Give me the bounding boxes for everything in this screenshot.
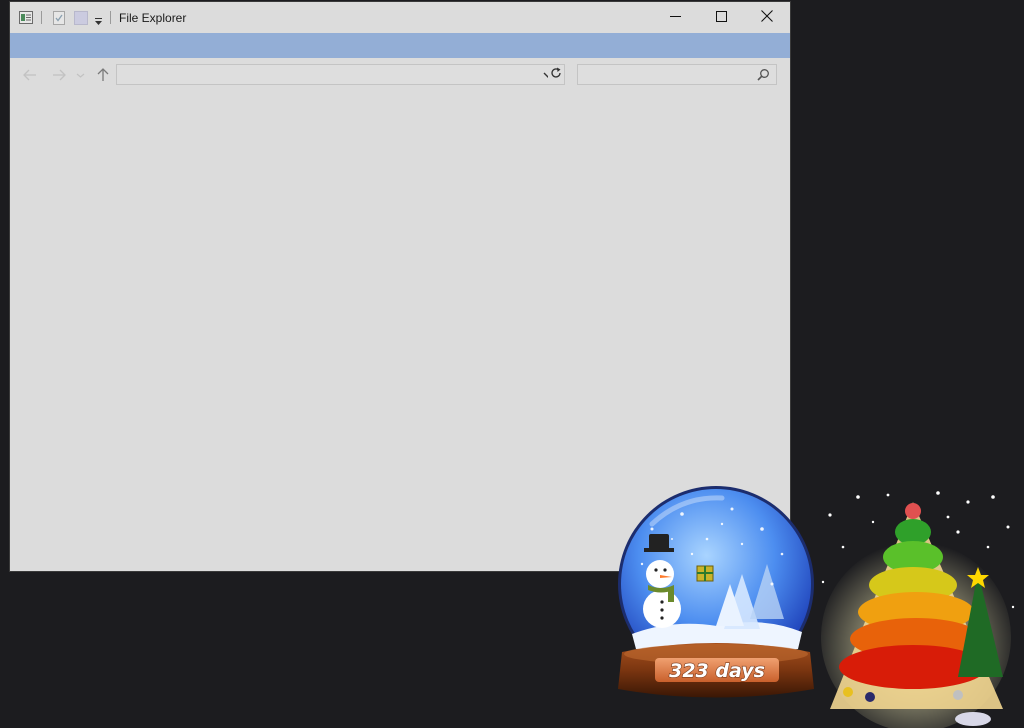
refresh-icon — [550, 66, 562, 84]
minimize-icon — [669, 9, 681, 27]
desktop: File Explorer 323 days — [0, 0, 1024, 728]
minimize-button[interactable] — [652, 2, 698, 33]
close-button[interactable] — [744, 2, 790, 33]
snow-globe-countdown-gadget[interactable]: 323 days — [612, 484, 822, 706]
up-arrow-icon[interactable] — [95, 67, 111, 83]
navigation-bar — [10, 58, 790, 92]
checklist-icon[interactable] — [52, 11, 66, 25]
address-bar[interactable] — [116, 64, 558, 85]
customize-quick-access-icon[interactable] — [94, 13, 103, 26]
close-icon — [761, 9, 773, 27]
toolbar-separator — [41, 11, 42, 24]
forward-arrow-icon[interactable] — [51, 67, 67, 83]
search-box[interactable] — [577, 64, 777, 85]
christmas-tree-gadget[interactable] — [818, 487, 1024, 728]
window-title: File Explorer — [119, 11, 187, 25]
maximize-button[interactable] — [698, 2, 744, 33]
properties-icon[interactable] — [19, 11, 33, 24]
recent-locations-icon[interactable] — [76, 67, 85, 83]
toolbar-separator — [110, 11, 111, 24]
countdown-days-label: 323 days — [669, 660, 765, 682]
refresh-button[interactable] — [548, 64, 565, 85]
search-icon[interactable] — [757, 68, 770, 81]
back-arrow-icon[interactable] — [22, 67, 38, 83]
new-folder-icon[interactable] — [74, 11, 88, 25]
title-bar[interactable]: File Explorer — [10, 2, 790, 33]
maximize-icon — [715, 9, 727, 27]
ribbon-bar[interactable] — [10, 33, 790, 58]
